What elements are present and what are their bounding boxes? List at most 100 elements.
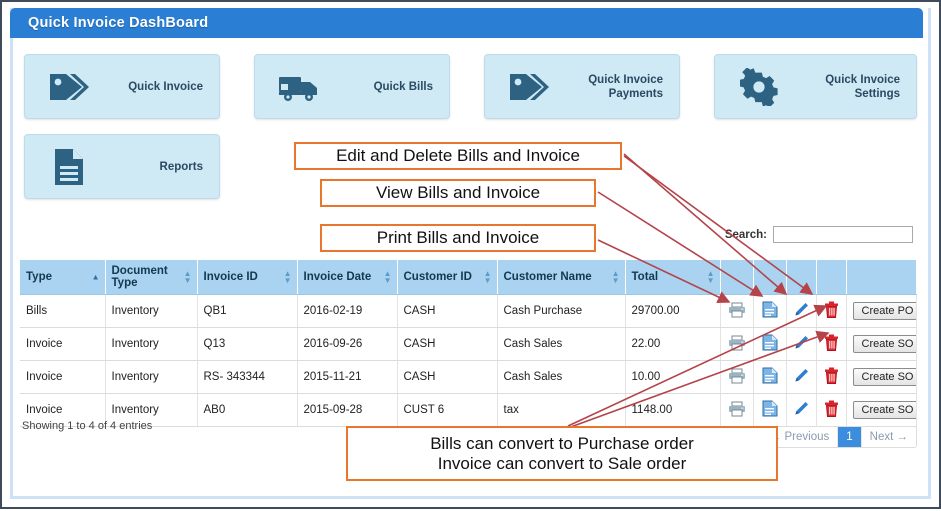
page-title-text: Quick Invoice DashBoard (28, 15, 209, 31)
cell-invoice-date: 2015-11-21 (297, 360, 398, 394)
print-action-cell[interactable] (720, 294, 754, 328)
cell-type: Invoice (20, 327, 106, 361)
convert-action-cell: Create SO (846, 327, 917, 361)
delete-trash-action-cell[interactable] (816, 393, 847, 427)
application-window: Quick Invoice DashBoard Quick Invoice Qu… (0, 0, 941, 509)
tile-label: Reports (159, 160, 203, 173)
create-order-button[interactable]: Create SO (852, 368, 916, 386)
edit-pencil-icon[interactable] (794, 402, 809, 419)
tile-label: Quick Bills (373, 80, 433, 93)
cell-invoice-id: Q13 (197, 327, 298, 361)
table-row: Invoice Inventory Q13 2016-09-26 CASH Cash Sa… (20, 327, 917, 361)
cell-total: 29700.00 (625, 294, 721, 328)
view-document-icon[interactable] (762, 367, 778, 387)
column-header-convert (846, 260, 917, 295)
column-header-view (753, 260, 787, 295)
view-document-icon[interactable] (762, 301, 778, 321)
annotation-edit-delete: Edit and Delete Bills and Invoice (294, 142, 622, 170)
edit-pencil-icon[interactable] (794, 303, 809, 320)
tile-quick-invoice[interactable]: Quick Invoice (24, 54, 220, 119)
column-label: Invoice ID (203, 271, 258, 283)
create-order-button[interactable]: Create PO (852, 302, 916, 320)
cell-total: 10.00 (625, 360, 721, 394)
table-header-row: Type ▲ Document Type ▲ ▼ Invoice ID ▲ ▼ In… (20, 260, 917, 295)
sort-both-icon: ▲ ▼ (483, 269, 492, 285)
convert-action-cell: Create PO (846, 294, 917, 328)
edit-pencil-action-cell[interactable] (786, 294, 817, 328)
tile-reports[interactable]: Reports (24, 134, 220, 199)
column-header-invoice-id[interactable]: Invoice ID ▲ ▼ (197, 260, 298, 295)
annotation-convert: Bills can convert to Purchase order Invo… (346, 426, 778, 481)
create-order-button[interactable]: Create SO (852, 401, 916, 419)
sort-both-icon: ▲ ▼ (611, 269, 620, 285)
delete-trash-icon[interactable] (824, 367, 839, 387)
cell-type: Bills (20, 294, 106, 328)
print-action-cell[interactable] (720, 327, 754, 361)
column-label: Invoice Date (303, 271, 372, 283)
print-icon[interactable] (728, 368, 746, 387)
annotation-text: View Bills and Invoice (375, 183, 541, 202)
annotation-text-line1: Bills can convert to Purchase order (430, 433, 694, 453)
sort-both-icon: ▲ ▼ (383, 269, 392, 285)
annotation-print: Print Bills and Invoice (320, 224, 596, 252)
view-document-icon[interactable] (762, 400, 778, 420)
table-row: Invoice Inventory RS- 343344 2015-11-21 CASH… (20, 360, 917, 394)
delete-trash-action-cell[interactable] (816, 327, 847, 361)
sort-both-icon: ▲ ▼ (706, 269, 715, 285)
delete-trash-icon[interactable] (824, 334, 839, 354)
cell-invoice-id: AB0 (197, 393, 298, 427)
view-document-action-cell[interactable] (753, 294, 787, 328)
edit-pencil-icon[interactable] (794, 369, 809, 386)
search-input[interactable] (773, 226, 913, 243)
column-header-customer-id[interactable]: Customer ID ▲ ▼ (397, 260, 498, 295)
column-header-invoice-date[interactable]: Invoice Date ▲ ▼ (297, 260, 398, 295)
delete-trash-action-cell[interactable] (816, 360, 847, 394)
delete-trash-icon[interactable] (824, 400, 839, 420)
truck-icon (267, 71, 331, 103)
delete-trash-icon[interactable] (824, 301, 839, 321)
print-icon[interactable] (728, 335, 746, 354)
print-icon[interactable] (728, 302, 746, 321)
print-icon[interactable] (728, 401, 746, 420)
pagination-page-1[interactable]: 1 (838, 427, 862, 447)
cell-customer-id: CASH (397, 327, 498, 361)
annotation-view: View Bills and Invoice (320, 179, 596, 207)
create-order-button[interactable]: Create SO (852, 335, 916, 353)
edit-pencil-action-cell[interactable] (786, 393, 817, 427)
edit-pencil-action-cell[interactable] (786, 360, 817, 394)
column-header-document-type[interactable]: Document Type ▲ ▼ (105, 260, 198, 295)
cell-document-type: Inventory (105, 294, 198, 328)
tile-quick-invoice-payments[interactable]: Quick Invoice Payments (484, 54, 680, 119)
print-action-cell[interactable] (720, 393, 754, 427)
convert-action-cell: Create SO (846, 360, 917, 394)
sort-both-icon: ▲ ▼ (283, 269, 292, 285)
column-header-edit (786, 260, 817, 295)
delete-trash-action-cell[interactable] (816, 294, 847, 328)
pagination-next[interactable]: Next → (861, 427, 916, 447)
cell-customer-id: CUST 6 (397, 393, 498, 427)
showing-entries-label: Showing 1 to 4 of 4 entries (22, 420, 153, 432)
cell-customer-id: CASH (397, 360, 498, 394)
column-header-type[interactable]: Type ▲ (20, 260, 106, 295)
cell-type: Invoice (20, 360, 106, 394)
edit-pencil-action-cell[interactable] (786, 327, 817, 361)
column-label: Type (26, 271, 52, 283)
tile-quick-bills[interactable]: Quick Bills (254, 54, 450, 119)
column-header-print (720, 260, 754, 295)
print-action-cell[interactable] (720, 360, 754, 394)
view-document-action-cell[interactable] (753, 360, 787, 394)
tag-icon (37, 70, 101, 104)
tile-quick-invoice-settings[interactable]: Quick Invoice Settings (714, 54, 917, 119)
edit-pencil-icon[interactable] (794, 336, 809, 353)
table-row: Invoice Inventory AB0 2015-09-28 CUST 6 tax 11… (20, 393, 917, 427)
view-document-icon[interactable] (762, 334, 778, 354)
cell-customer-id: CASH (397, 294, 498, 328)
view-document-action-cell[interactable] (753, 327, 787, 361)
annotation-text: Edit and Delete Bills and Invoice (336, 146, 580, 165)
column-header-total[interactable]: Total ▲ ▼ (625, 260, 721, 295)
tile-label: Quick Invoice (128, 80, 203, 93)
cell-document-type: Inventory (105, 360, 198, 394)
view-document-action-cell[interactable] (753, 393, 787, 427)
column-header-customer-name[interactable]: Customer Name ▲ ▼ (497, 260, 626, 295)
column-label: Total (631, 271, 659, 283)
